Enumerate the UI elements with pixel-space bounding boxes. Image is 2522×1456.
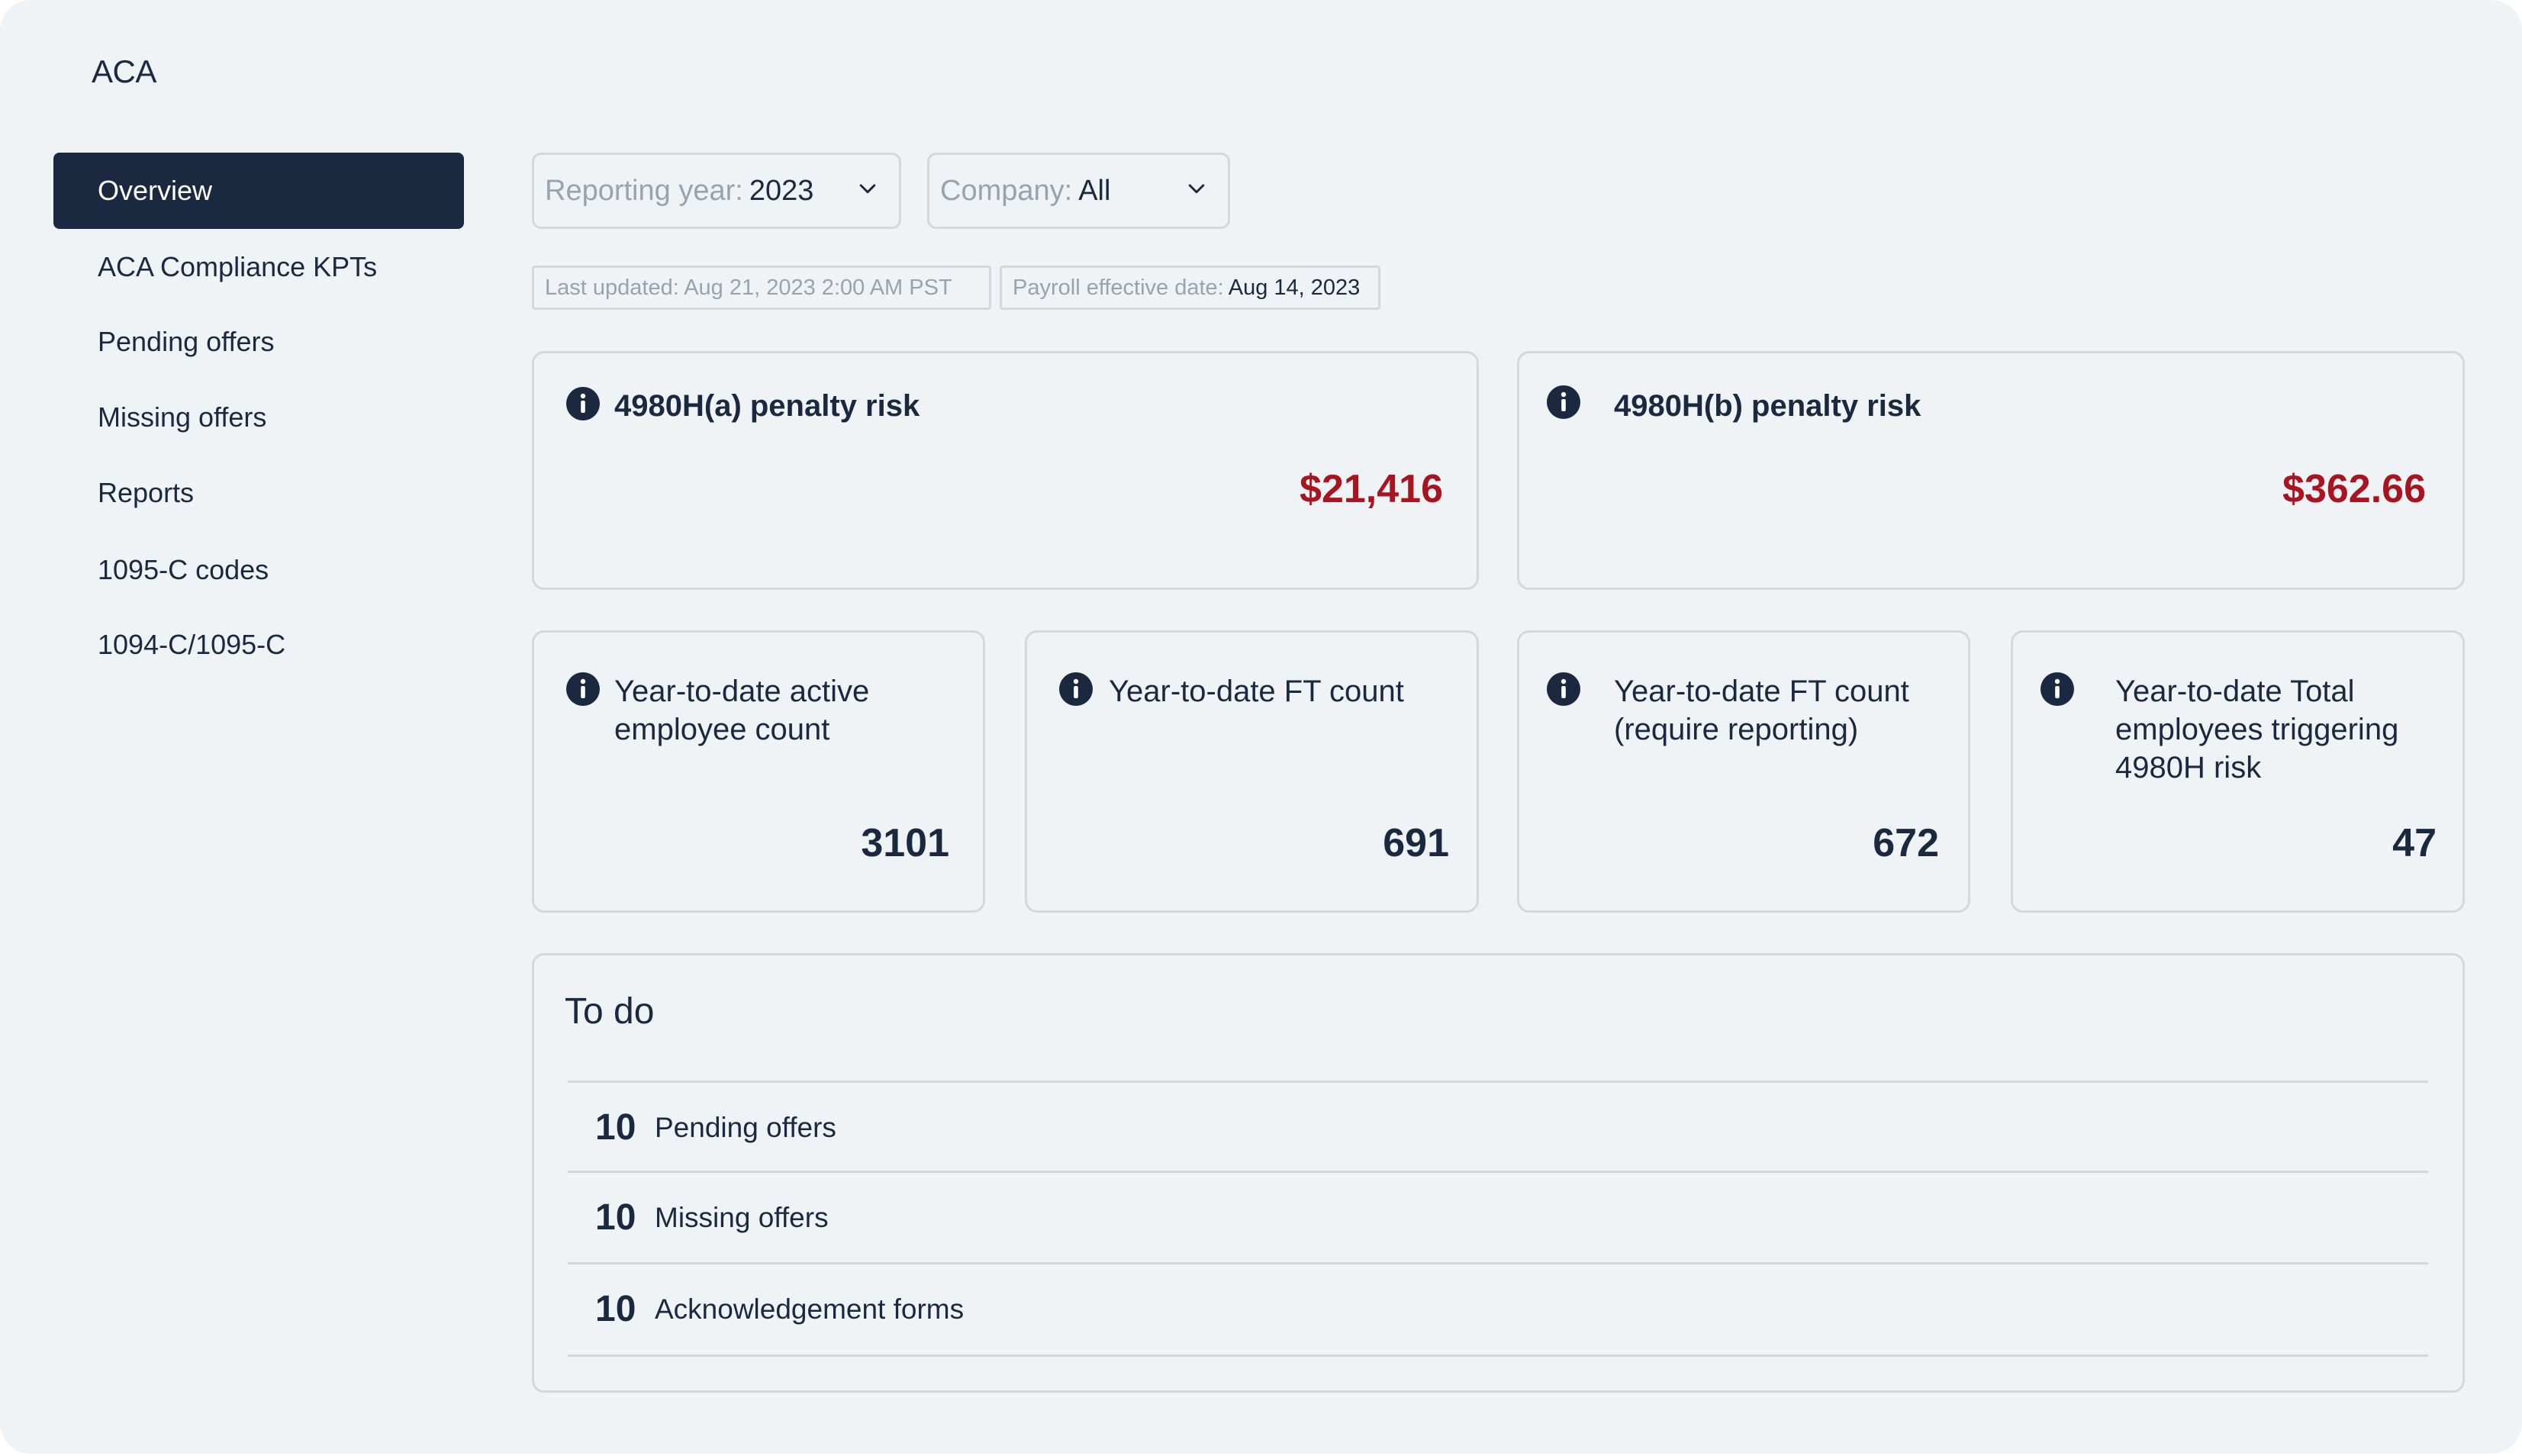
last-updated-chip: Last updated: Aug 21, 2023 2:00 AM PST: [532, 266, 991, 310]
info-icon[interactable]: [2039, 671, 2076, 707]
info-icon[interactable]: [565, 385, 601, 422]
card-title: 4980H(a) penalty risk: [614, 389, 920, 423]
penalty-card-4980ha: 4980H(a) penalty risk $21,416: [532, 351, 1479, 590]
company-value: All: [1078, 174, 1111, 207]
card-title: Year-to-date FT count: [1109, 675, 1404, 708]
todo-item-acknowledgement-forms[interactable]: 10 Acknowledgement forms: [568, 1262, 2428, 1354]
sidebar-item-aca-compliance-kpts[interactable]: ACA Compliance KPTs: [53, 229, 464, 305]
kpi-card-ft-count-require-reporting: Year-to-date FT count (require reporting…: [1517, 630, 1970, 913]
reporting-year-label: Reporting year:: [545, 174, 743, 207]
info-icon[interactable]: [1545, 671, 1582, 707]
sidebar-item-1094c-1095c[interactable]: 1094-C/1095-C: [53, 607, 464, 683]
todo-divider: [568, 1355, 2428, 1357]
todo-count: 10: [595, 1289, 636, 1329]
kpi-card-active-employee-count: Year-to-date active employee count 3101: [532, 630, 985, 913]
last-updated-text: Last updated: Aug 21, 2023 2:00 AM PST: [545, 275, 952, 300]
kpi-card-total-employees-4980h-risk: Year-to-date Total employees triggering …: [2011, 630, 2465, 913]
sidebar-item-label: Reports: [98, 477, 195, 508]
kpi-value: 691: [1383, 821, 1449, 865]
info-icon[interactable]: [1545, 384, 1582, 420]
sidebar-item-label: Missing offers: [98, 401, 267, 433]
card-title: 4980H(b) penalty risk: [1614, 389, 1921, 423]
reporting-year-value: 2023: [749, 174, 814, 207]
company-label: Company:: [940, 174, 1073, 207]
info-icon[interactable]: [1058, 671, 1094, 707]
todo-item-missing-offers[interactable]: 10 Missing offers: [568, 1171, 2428, 1262]
sidebar-item-label: 1094-C/1095-C: [98, 629, 286, 660]
kpi-value: 3101: [861, 821, 949, 865]
todo-count: 10: [595, 1197, 636, 1238]
todo-item-pending-offers[interactable]: 10 Pending offers: [568, 1081, 2428, 1172]
payroll-effective-date-chip: Payroll effective date: Aug 14, 2023: [1000, 266, 1380, 310]
card-title: Year-to-date FT count (require reporting…: [1614, 675, 1909, 746]
todo-card: To do 10 Pending offers 10 Missing offer…: [532, 953, 2465, 1393]
card-title: Year-to-date Total employees triggering …: [2115, 675, 2399, 784]
payroll-effective-date: Aug 14, 2023: [1228, 275, 1361, 300]
sidebar-item-reports[interactable]: Reports: [53, 455, 464, 531]
penalty-value: $362.66: [2282, 467, 2426, 511]
todo-title: To do: [565, 991, 655, 1032]
todo-label: Acknowledgement forms: [655, 1293, 965, 1325]
page-background: ACA Overview ACA Compliance KPTs Pending…: [0, 0, 2522, 1454]
kpi-value: 47: [2392, 821, 2437, 865]
todo-label: Pending offers: [655, 1111, 836, 1143]
sidebar-item-label: Overview: [98, 175, 213, 206]
kpi-value: 672: [1873, 821, 1939, 865]
sidebar-item-overview[interactable]: Overview: [53, 153, 464, 229]
info-icon[interactable]: [565, 671, 601, 707]
sidebar-item-missing-offers[interactable]: Missing offers: [53, 379, 464, 456]
app-title: ACA: [92, 53, 156, 89]
chevron-down-icon: [1188, 184, 1205, 194]
penalty-value: $21,416: [1300, 467, 1443, 511]
sidebar-item-1095c-codes[interactable]: 1095-C codes: [53, 532, 464, 608]
chevron-down-icon: [859, 184, 876, 194]
todo-count: 10: [595, 1107, 636, 1148]
kpi-card-ft-count: Year-to-date FT count 691: [1025, 630, 1479, 913]
sidebar-item-label: Pending offers: [98, 326, 275, 357]
payroll-effective-label: Payroll effective date:: [1013, 275, 1224, 300]
reporting-year-dropdown[interactable]: Reporting year: 2023: [532, 153, 901, 229]
todo-label: Missing offers: [655, 1201, 829, 1233]
sidebar-item-label: ACA Compliance KPTs: [98, 251, 378, 282]
sidebar-item-pending-offers[interactable]: Pending offers: [53, 304, 464, 380]
company-dropdown[interactable]: Company: All: [927, 153, 1230, 229]
penalty-card-4980hb: 4980H(b) penalty risk $362.66: [1517, 351, 2465, 590]
sidebar-item-label: 1095-C codes: [98, 554, 269, 585]
card-title: Year-to-date active employee count: [614, 675, 870, 746]
